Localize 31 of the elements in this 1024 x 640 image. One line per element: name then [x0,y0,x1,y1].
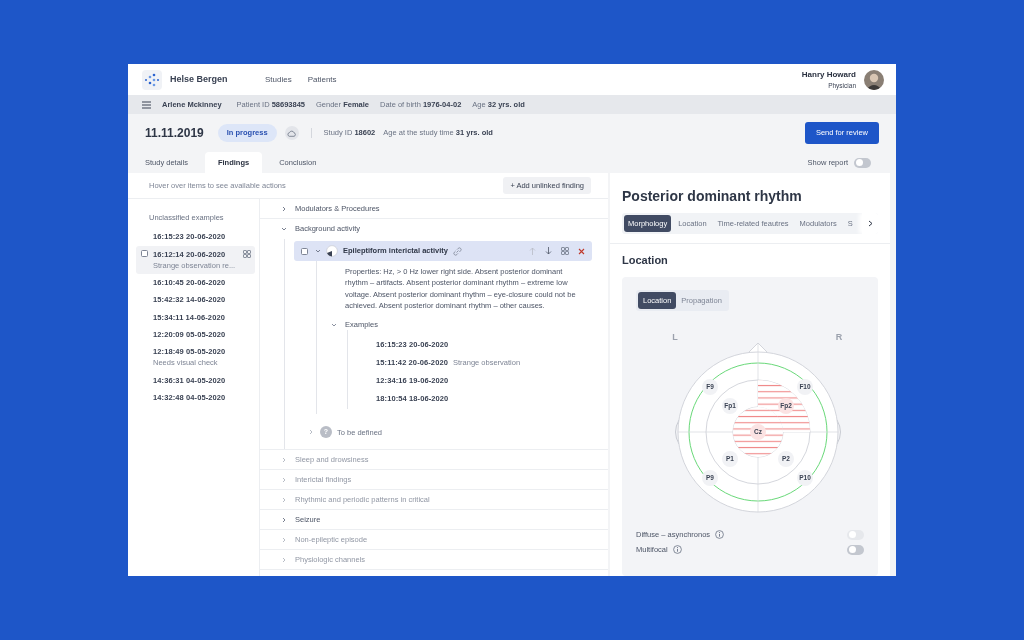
section-title: Location [621,253,669,269]
chevron-down-icon[interactable] [331,321,337,328]
menu-icon[interactable] [142,100,151,109]
logo[interactable] [142,69,162,90]
close-icon[interactable] [578,247,585,255]
checkbox[interactable] [301,247,308,255]
study-date: 11.11.2019 [145,125,204,142]
side-label: L [672,332,678,342]
cloud-button[interactable] [284,126,299,140]
app-name: Helse Bergen [170,72,229,86]
side-label: R [835,332,843,342]
user-name: Hanry Howard [801,68,856,81]
avatar[interactable] [864,69,884,90]
nav-link[interactable]: Patients [307,73,337,86]
toggle-switch[interactable] [847,544,864,555]
chevron-right-icon[interactable] [281,516,287,523]
arrow-down-icon[interactable] [545,247,552,255]
info-icon[interactable] [715,530,725,539]
chevron-down-icon[interactable] [281,226,287,232]
chevron-right-icon[interactable] [867,220,873,228]
checkbox[interactable] [141,249,148,257]
toggle-switch[interactable] [854,157,871,168]
nav-link[interactable]: Studies [265,73,292,86]
grid-icon[interactable] [243,249,251,258]
grid-icon[interactable] [561,247,569,255]
link-icon[interactable] [453,246,463,256]
chevron-down-icon[interactable] [315,248,321,254]
panel-title: Posterior dominant rhythm [621,187,803,206]
pie-icon [326,245,338,257]
info-icon[interactable] [672,545,682,554]
chevron-right-icon[interactable] [281,205,287,212]
